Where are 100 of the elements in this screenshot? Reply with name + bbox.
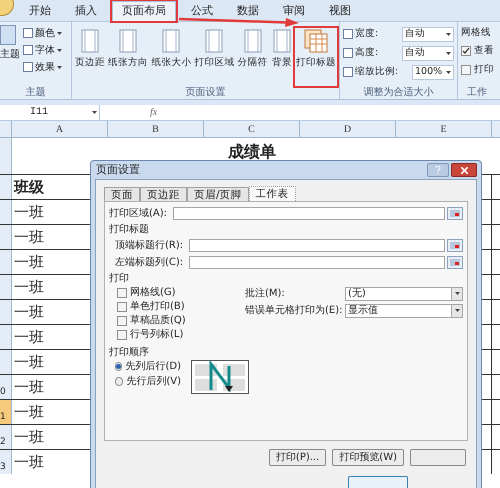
- ribbon-button[interactable]: 页边距: [74, 28, 106, 86]
- radio-label: 先行后列(V): [126, 374, 181, 389]
- field-label: 宽度:: [355, 26, 378, 41]
- theme-option[interactable]: 效果: [23, 59, 62, 75]
- table-icon: [302, 28, 329, 54]
- caret-icon: [454, 309, 460, 312]
- close-icon: [460, 166, 468, 174]
- ribbon-tab[interactable]: 公式: [182, 1, 222, 21]
- column-header[interactable]: A: [12, 121, 108, 137]
- ribbon-tab[interactable]: 页面布局: [112, 1, 176, 21]
- row-header[interactable]: [0, 300, 12, 324]
- row-header[interactable]: [0, 275, 12, 299]
- page-order-icon: [191, 360, 249, 394]
- column-header[interactable]: D: [300, 121, 396, 137]
- dialog-tab[interactable]: 工作表: [248, 186, 296, 201]
- row-header[interactable]: 1: [0, 400, 12, 424]
- checkbox[interactable]: [117, 330, 127, 340]
- checkbox-label: 草稿品质(Q): [130, 314, 186, 328]
- checkbox[interactable]: [117, 316, 127, 326]
- ribbon-tab[interactable]: 视图: [320, 1, 360, 21]
- ribbon-tab[interactable]: 审阅: [274, 1, 314, 21]
- dropdown[interactable]: (无): [345, 286, 463, 300]
- radio-button[interactable]: [115, 362, 122, 371]
- ribbon-tab[interactable]: 插入: [66, 1, 106, 21]
- caret-icon: [454, 292, 460, 295]
- dialog-tab[interactable]: 页眉/页脚: [187, 187, 249, 201]
- caret-icon: [57, 32, 62, 34]
- ribbon-button[interactable]: 背景: [270, 28, 294, 86]
- ribbon-button[interactable]: 打印标题: [294, 28, 337, 86]
- close-button[interactable]: [451, 163, 477, 177]
- row-header[interactable]: [0, 325, 12, 349]
- section-heading: 打印标题: [109, 222, 150, 236]
- checkbox[interactable]: [117, 302, 127, 312]
- row-header[interactable]: [0, 350, 12, 374]
- ribbon-button[interactable]: 打印区域: [193, 28, 236, 86]
- theme-option[interactable]: 颜色: [23, 25, 62, 41]
- field-label: 错误单元格打印为(E):: [245, 304, 344, 318]
- group-title: 页面设置: [184, 86, 226, 99]
- field-label: 缩放比例:: [355, 64, 398, 79]
- input-field[interactable]: [189, 256, 445, 268]
- section-heading: 打印顺序: [109, 346, 150, 359]
- options-button[interactable]: [410, 449, 466, 466]
- collapse-dialog-button[interactable]: [447, 238, 463, 252]
- theme-button[interactable]: 主题: [0, 25, 20, 86]
- row-header[interactable]: [0, 200, 12, 224]
- checkbox[interactable]: [461, 64, 471, 75]
- ribbon-button[interactable]: 分隔符: [236, 28, 269, 86]
- checkbox-label: 行号列标(L): [130, 328, 184, 342]
- ribbon-button[interactable]: 纸张方向: [107, 28, 150, 86]
- ribbon-tab[interactable]: 数据: [228, 1, 268, 21]
- collapse-dialog-button[interactable]: [447, 256, 463, 268]
- caret-icon: [446, 52, 451, 54]
- row-header[interactable]: 2: [0, 425, 12, 449]
- range-icon: [450, 210, 460, 216]
- field-label: 打印区域(A):: [109, 206, 168, 220]
- row-header[interactable]: 3: [0, 450, 12, 474]
- radio-button[interactable]: [115, 377, 124, 386]
- ribbon-tab[interactable]: 开始: [20, 1, 60, 21]
- section-heading: 打印: [109, 272, 130, 285]
- caret-icon: [57, 66, 62, 68]
- field-label: 批注(M):: [245, 286, 286, 301]
- row-header[interactable]: [0, 250, 12, 274]
- row-header[interactable]: 0: [0, 375, 12, 399]
- group-header: 网格线: [461, 26, 492, 40]
- dropdown[interactable]: 自动: [402, 26, 454, 42]
- column-header[interactable]: E: [396, 121, 492, 137]
- checkbox-label: 单色打印(B): [130, 300, 185, 314]
- help-icon: [435, 166, 441, 174]
- checkbox[interactable]: [461, 46, 471, 56]
- range-icon: [450, 242, 460, 248]
- page-icon: [160, 28, 182, 54]
- dialog-tab[interactable]: 页面: [104, 187, 140, 201]
- checkbox-label: 打印: [474, 62, 494, 76]
- checkbox-label: 查看: [474, 44, 494, 58]
- dialog-button[interactable]: 打印(P)...: [268, 449, 326, 466]
- dialog-button[interactable]: 打印预览(W): [332, 449, 404, 466]
- checkbox-label: 网格线(G): [130, 286, 176, 300]
- theme-option[interactable]: 字体: [23, 42, 62, 58]
- collapse-dialog-button[interactable]: [447, 206, 463, 220]
- column-header[interactable]: C: [204, 121, 300, 137]
- spinner-field[interactable]: 100%: [412, 64, 454, 80]
- page-icon: [203, 28, 226, 54]
- dropdown[interactable]: 自动: [402, 46, 454, 60]
- checkbox[interactable]: [117, 288, 127, 298]
- ribbon-button[interactable]: 纸张大小: [150, 28, 192, 86]
- column-header[interactable]: B: [108, 121, 204, 137]
- field-label: 顶端标题行(R):: [115, 238, 184, 252]
- radio-label: 先列后行(D): [125, 360, 181, 374]
- dialog-tab[interactable]: 页边距: [140, 187, 187, 201]
- function-button[interactable]: fx: [150, 105, 158, 120]
- row-header[interactable]: [0, 225, 12, 249]
- caret-icon: [446, 32, 451, 36]
- input-field[interactable]: [189, 238, 445, 252]
- name-box[interactable]: I11: [0, 105, 100, 120]
- caret-icon: [57, 48, 62, 52]
- row-header[interactable]: [0, 138, 12, 174]
- dropdown[interactable]: 显示值: [345, 304, 463, 318]
- group-title: 工作: [466, 86, 488, 99]
- row-header[interactable]: [0, 175, 12, 199]
- print-area-field[interactable]: [173, 206, 445, 220]
